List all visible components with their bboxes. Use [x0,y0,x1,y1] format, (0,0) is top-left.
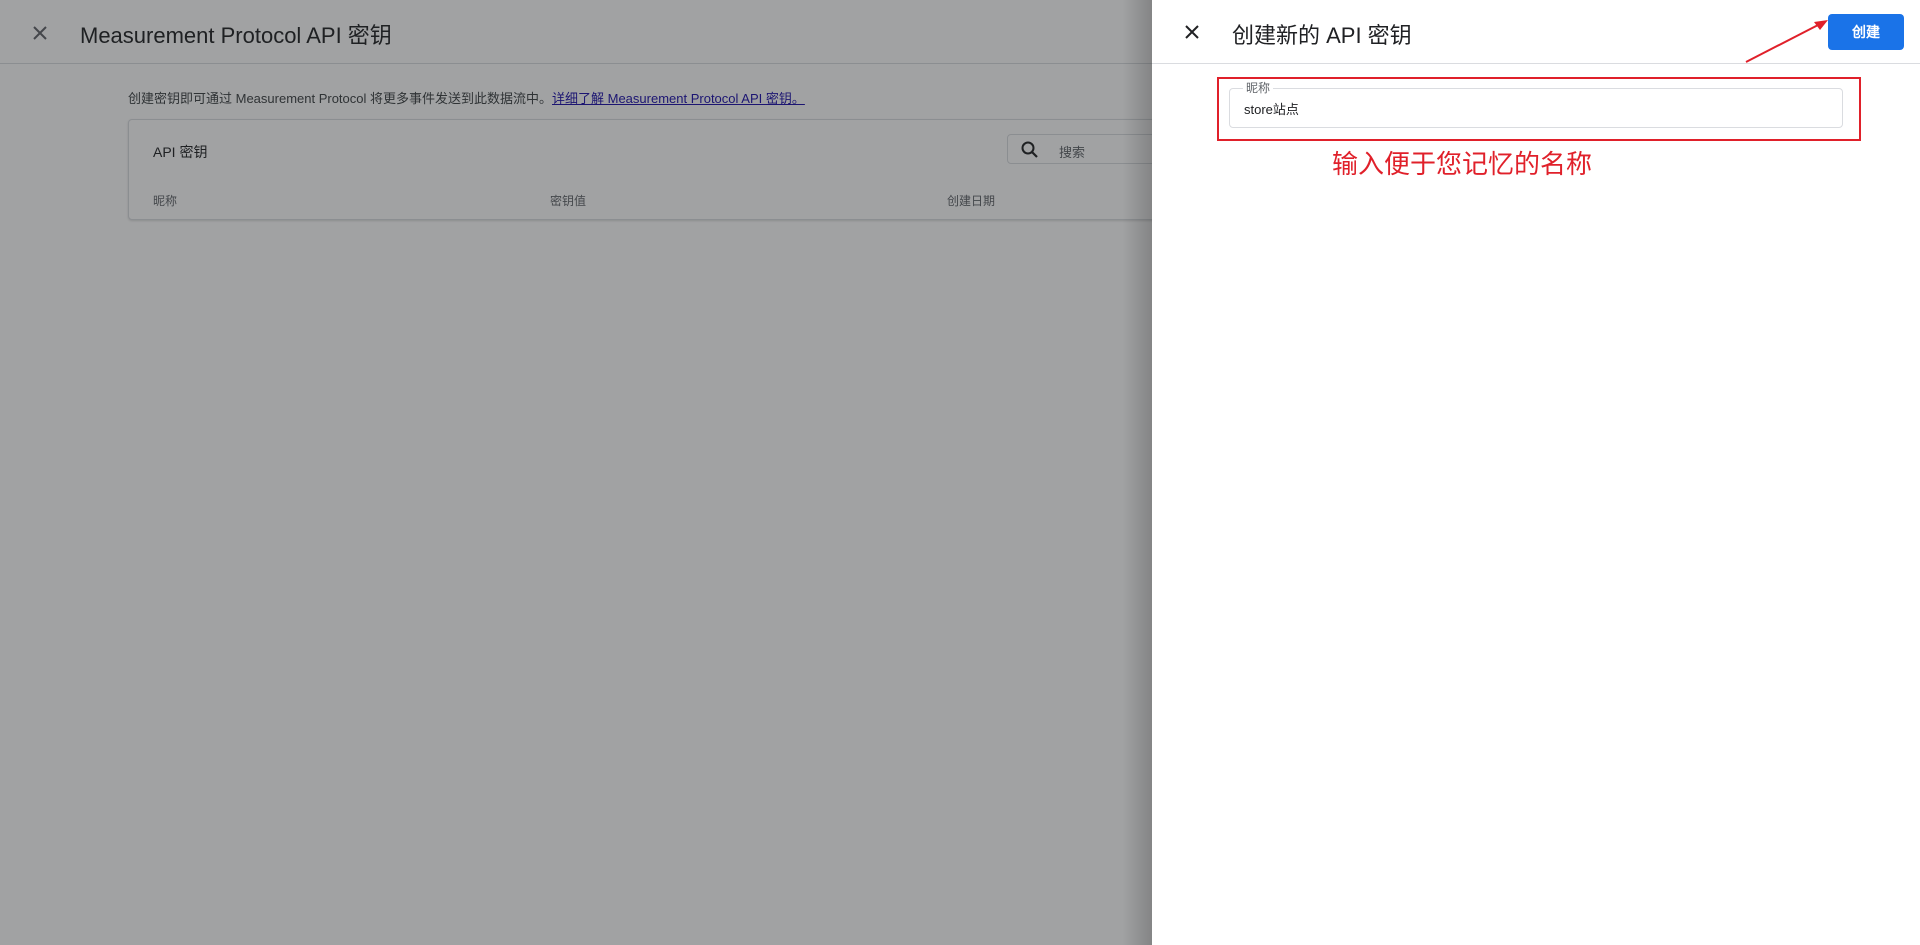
close-icon [1185,25,1199,39]
create-api-key-panel: 创建新的 API 密钥 创建 昵称 输入便于您记忆的名称 [1152,0,1920,945]
annotation-text: 输入便于您记忆的名称 [1332,149,1593,179]
nickname-field[interactable]: 昵称 [1229,82,1843,128]
panel-title: 创建新的 API 密钥 [1232,23,1412,48]
panel-header: 创建新的 API 密钥 创建 [1152,0,1920,64]
annotation-arrow-icon [1745,20,1828,63]
create-button[interactable]: 创建 [1828,14,1904,50]
nickname-input[interactable] [1244,97,1824,119]
panel-shadow [1122,0,1152,945]
modal-scrim[interactable] [0,0,1152,945]
panel-close-button[interactable] [1178,18,1206,46]
nickname-field-label: 昵称 [1243,82,1274,95]
